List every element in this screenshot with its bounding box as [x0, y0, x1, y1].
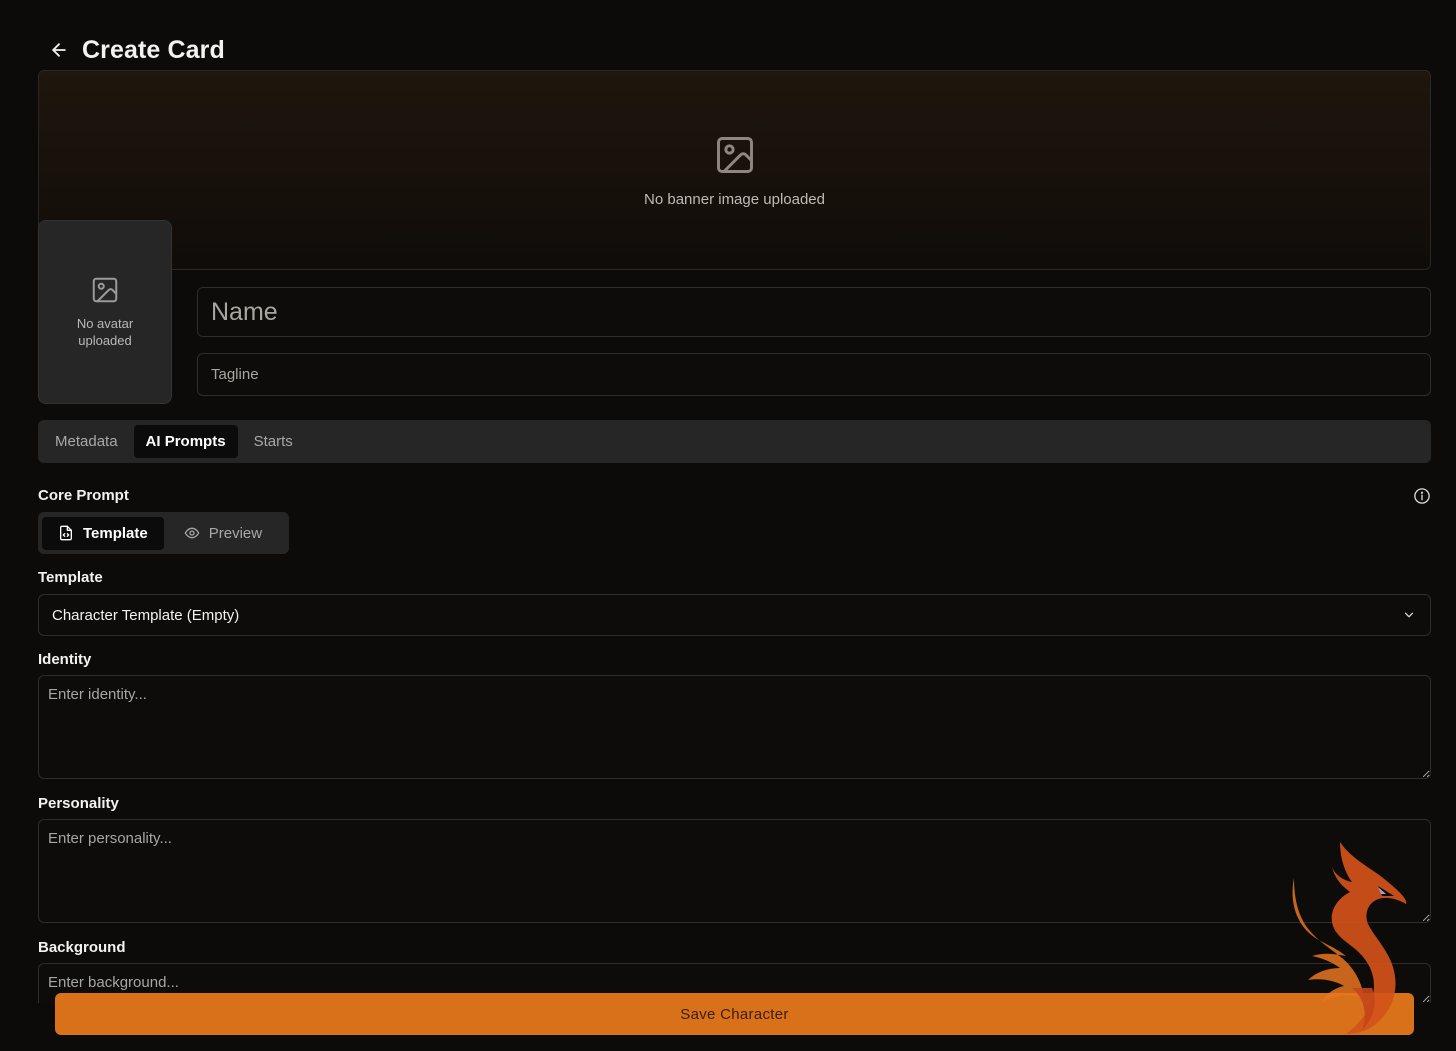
file-code-icon [60, 525, 72, 541]
core-prompt-mode-toggle: Template Preview [38, 512, 289, 554]
preview-mode-label: Preview [208, 524, 263, 542]
tab-ai-prompts[interactable]: AI Prompts [133, 425, 238, 458]
avatar-empty-text: No avatar uploaded [76, 316, 134, 348]
tab-metadata[interactable]: Metadata [43, 425, 130, 458]
back-button[interactable] [48, 39, 70, 61]
tagline-input[interactable] [197, 353, 1431, 396]
page-header: Create Card [48, 34, 225, 66]
template-mode-label: Template [83, 524, 148, 542]
personality-label: Personality [38, 795, 119, 812]
background-label: Background [38, 939, 126, 956]
avatar-upload[interactable]: No avatar uploaded [38, 220, 172, 404]
save-character-button[interactable]: Save Character [55, 993, 1414, 1035]
tab-starts[interactable]: Starts [242, 425, 305, 458]
chevron-down-icon [1404, 612, 1414, 618]
template-select[interactable]: Character Template (Empty) [38, 594, 1431, 636]
info-icon[interactable] [1413, 487, 1431, 505]
template-label: Template [38, 569, 103, 586]
name-input[interactable] [197, 287, 1431, 337]
image-icon [716, 136, 753, 173]
identity-textarea[interactable] [38, 675, 1431, 779]
arrow-left-icon [52, 43, 66, 57]
page-title: Create Card [82, 35, 225, 64]
template-selected-value: Character Template (Empty) [52, 606, 240, 624]
tab-bar: Metadata AI Prompts Starts [38, 420, 1431, 463]
core-prompt-label: Core Prompt [38, 487, 129, 504]
eye-icon [184, 527, 200, 539]
preview-mode-button[interactable]: Preview [168, 517, 278, 550]
identity-label: Identity [38, 651, 92, 668]
template-mode-button[interactable]: Template [42, 516, 164, 550]
create-card-page: Create Card No banner image uploaded No … [0, 0, 1456, 1051]
personality-textarea[interactable] [38, 819, 1431, 923]
banner-upload[interactable]: No banner image uploaded [38, 70, 1431, 270]
banner-empty-text: No banner image uploaded [644, 190, 825, 208]
image-icon [92, 277, 118, 303]
